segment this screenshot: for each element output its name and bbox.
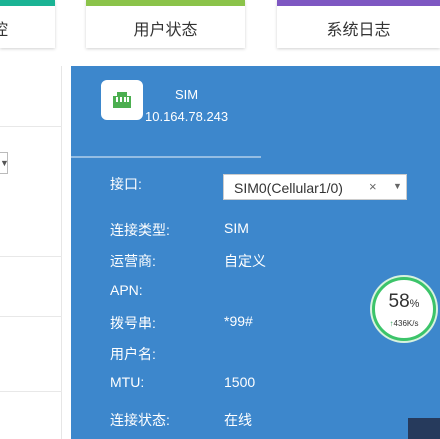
connection-type-value: SIM [224,220,249,236]
panel-divider [71,156,261,158]
tab-control-label: 控 [0,16,55,40]
gauge-speed-value: 436K/s [393,319,419,328]
dial-string-label: 拨号串: [110,315,156,331]
sim-ip-address: 10.164.78.243 [145,109,229,124]
ethernet-port-glyph [113,92,131,108]
connection-type-label: 连接类型: [110,222,170,238]
network-speed-gauge[interactable]: 58% ↑436K/s [372,277,436,341]
mtu-label: MTU: [110,374,145,390]
tab-accent-bar [277,0,440,6]
tab-user-status-label: 用户状态 [133,22,198,39]
apn-label: APN: [110,282,143,298]
tab-system-log[interactable]: 系统日志 [277,0,440,48]
tab-accent-bar [86,0,245,6]
connection-status-value: 在线 [224,412,252,428]
connection-status-label: 连接状态: [110,412,170,428]
tab-control[interactable]: 控 [0,0,55,48]
username-label: 用户名: [110,346,156,362]
dropdown-arrow-icon[interactable]: ▼ [393,181,402,191]
mtu-value: 1500 [224,374,256,390]
interface-select-value: SIM0(Cellular1/0) [234,180,343,196]
left-side-panel: ▼ [0,66,62,439]
ethernet-port-icon [101,80,143,120]
tab-user-status[interactable]: 用户状态 [86,0,245,48]
interface-label: 接口: [110,176,142,192]
corner-widget [408,418,440,439]
sim-name: SIM [175,87,199,102]
carrier-label: 运营商: [110,253,156,269]
tab-system-log-label: 系统日志 [326,22,391,39]
panel-divider [0,316,62,317]
gauge-percent: 58% [375,291,433,313]
carrier-value: 自定义 [224,253,266,269]
panel-divider [0,391,62,392]
clear-icon[interactable]: × [369,179,377,194]
panel-divider [0,256,62,257]
sim-interface-panel: SIM 10.164.78.243 接口: SIM0(Cellular1/0) … [71,66,440,439]
tab-accent-bar [0,0,55,6]
dial-string-value: *99# [224,313,253,329]
interface-select[interactable]: SIM0(Cellular1/0) × ▼ [223,174,407,200]
gauge-speed: ↑436K/s [375,319,433,328]
gauge-percent-unit: % [409,298,420,310]
panel-divider [0,126,62,127]
left-select-partial[interactable]: ▼ [0,152,9,174]
gauge-percent-value: 58 [388,291,410,312]
